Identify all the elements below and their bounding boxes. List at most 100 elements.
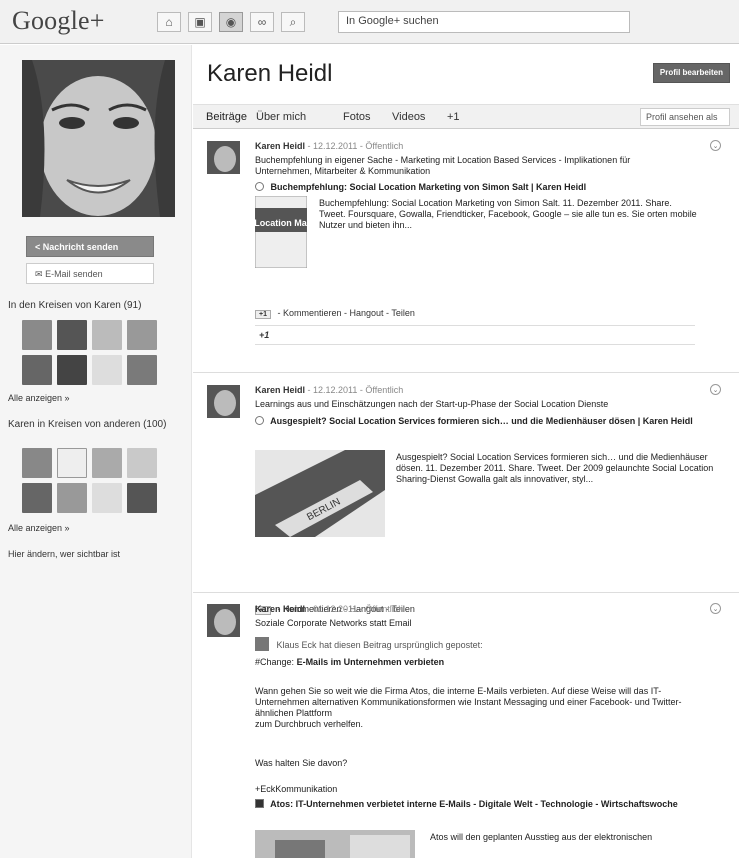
post-actions: +1 - Kommentieren - Hangout - Teilen: [255, 308, 415, 319]
post-avatar[interactable]: [207, 385, 240, 418]
link-title[interactable]: Atos: IT-Unternehmen verbietet interne E…: [255, 799, 695, 810]
circle-avatar[interactable]: [127, 355, 157, 385]
reshare-info: Klaus Eck hat diesen Beitrag ursprünglic…: [255, 637, 483, 651]
link-title[interactable]: Buchempfehlung: Social Location Marketin…: [255, 182, 695, 193]
tab-about[interactable]: Über mich: [256, 111, 306, 123]
post-author[interactable]: Karen Heidl: [255, 604, 305, 614]
in-circles-avatars: [22, 320, 157, 385]
send-message-button[interactable]: < Nachricht senden: [26, 236, 154, 257]
share-icon: <: [35, 242, 41, 252]
main-content: Karen Heidl Profil bearbeiten Beiträge Ü…: [193, 45, 739, 858]
plus-one-box[interactable]: +1: [255, 325, 695, 345]
post-avatar[interactable]: [207, 141, 240, 174]
reshare-note: hat diesen Beitrag ursprünglich gepostet…: [319, 640, 483, 650]
post-visibility[interactable]: Öffentlich: [365, 604, 403, 614]
link-icon: [255, 182, 264, 191]
body-paragraph-end: zum Durchbruch verhelfen.: [255, 719, 364, 729]
send-email-button[interactable]: ✉ E-Mail senden: [26, 263, 154, 284]
search-input[interactable]: In Google+ suchen: [338, 11, 630, 33]
circle-avatar[interactable]: [57, 448, 87, 478]
circle-avatar[interactable]: [22, 320, 52, 350]
post-text: Soziale Corporate Networks statt Email: [255, 618, 412, 628]
circle-avatar[interactable]: [22, 448, 52, 478]
circle-avatar[interactable]: [127, 448, 157, 478]
link-thumbnail[interactable]: [255, 830, 415, 858]
photos-icon[interactable]: ▣: [188, 12, 212, 32]
circle-avatar[interactable]: [92, 355, 122, 385]
circle-avatar[interactable]: [92, 320, 122, 350]
top-bar: Google+ ⌂ ▣ ◉ ∞ ⌕ In Google+ suchen: [0, 0, 739, 44]
circle-avatar[interactable]: [57, 483, 87, 513]
show-all-others-link[interactable]: Alle anzeigen »: [8, 523, 70, 533]
link-description: Buchempfehlung: Social Location Marketin…: [319, 198, 697, 230]
circle-avatar[interactable]: [127, 320, 157, 350]
link-icon: [255, 799, 264, 808]
link-title-text: Buchempfehlung: Social Location Marketin…: [270, 182, 587, 192]
in-others-avatars: [22, 448, 157, 513]
reshare-headline: #Change: E-Mails im Unternehmen verbiete…: [255, 657, 695, 668]
reshare-body: Wann gehen Sie so weit wie die Firma Ato…: [255, 686, 695, 730]
send-email-label: E-Mail senden: [45, 269, 103, 279]
post-author[interactable]: Karen Heidl: [255, 385, 305, 395]
google-plus-logo[interactable]: Google+: [12, 6, 105, 36]
post-visibility[interactable]: Öffentlich: [365, 141, 403, 151]
book-cover-text: Social Location Marketing: [255, 218, 307, 228]
reshare-tag[interactable]: +EckKommunikation: [255, 784, 337, 795]
circle-avatar[interactable]: [22, 483, 52, 513]
mail-icon: ✉: [35, 269, 43, 279]
circle-avatar[interactable]: [92, 448, 122, 478]
profile-tabs: Beiträge Über mich Fotos Videos +1 Profi…: [193, 104, 739, 129]
hangout-link[interactable]: Hangout: [350, 308, 384, 318]
post-menu-icon[interactable]: ⌄: [710, 384, 721, 395]
link-thumbnail[interactable]: BERLIN: [255, 450, 385, 537]
home-icon[interactable]: ⌂: [157, 12, 181, 32]
view-profile-as-input[interactable]: Profil ansehen als: [640, 108, 730, 126]
reshare-author[interactable]: Klaus Eck: [277, 640, 317, 650]
post-author[interactable]: Karen Heidl: [255, 141, 305, 151]
post-divider: [193, 592, 739, 593]
post-menu-icon[interactable]: ⌄: [710, 140, 721, 151]
link-thumbnail[interactable]: Social Location Marketing: [225, 195, 337, 269]
show-all-circles-link[interactable]: Alle anzeigen »: [8, 393, 70, 403]
post-date[interactable]: 12.12.2011: [313, 385, 357, 395]
circles-icon[interactable]: ∞: [250, 12, 274, 32]
share-link[interactable]: Teilen: [391, 308, 415, 318]
post-text: Buchempfehlung in eigener Sache - Market…: [255, 155, 631, 176]
link-description: Atos will den geplanten Ausstieg aus der…: [430, 832, 653, 842]
post-avatar[interactable]: [207, 604, 240, 637]
comment-link[interactable]: Kommentieren: [283, 308, 342, 318]
link-title-text: Atos: IT-Unternehmen verbietet interne E…: [270, 799, 678, 809]
tab-photos[interactable]: Fotos: [343, 111, 371, 123]
circle-avatar[interactable]: [22, 355, 52, 385]
tab-videos[interactable]: Videos: [392, 111, 425, 123]
post-visibility[interactable]: Öffentlich: [365, 385, 403, 395]
headline: E-Mails im Unternehmen verbieten: [296, 657, 445, 667]
nav-icons: ⌂ ▣ ◉ ∞ ⌕: [157, 12, 305, 32]
games-icon[interactable]: ⌕: [281, 12, 305, 32]
profile-icon[interactable]: ◉: [219, 12, 243, 32]
change-visibility-link[interactable]: Hier ändern, wer sichtbar ist: [8, 549, 120, 559]
tab-plus-one[interactable]: +1: [447, 111, 460, 123]
post-header: Karen Heidl - 12.12.2011 - Öffentlich: [255, 385, 404, 395]
edit-profile-button[interactable]: Profil bearbeiten: [652, 63, 730, 83]
profile-name: Karen Heidl: [207, 60, 333, 87]
left-sidebar: < Nachricht senden ✉ E-Mail senden In de…: [0, 45, 192, 858]
reshare-avatar[interactable]: [255, 637, 269, 651]
link-title[interactable]: Ausgespielt? Social Location Services fo…: [255, 416, 695, 427]
post-menu-icon[interactable]: ⌄: [710, 603, 721, 614]
circle-avatar[interactable]: [57, 320, 87, 350]
reshare-question: Was halten Sie davon?: [255, 758, 348, 768]
in-circles-title: In den Kreisen von Karen (91): [8, 300, 142, 311]
plus-one-button[interactable]: +1: [255, 310, 271, 319]
body-paragraph: Wann gehen Sie so weit wie die Firma Ato…: [255, 686, 682, 718]
link-description: Ausgespielt? Social Location Services fo…: [396, 452, 714, 484]
profile-photo[interactable]: [22, 60, 175, 217]
tab-posts[interactable]: Beiträge: [206, 111, 247, 123]
circle-avatar[interactable]: [92, 483, 122, 513]
circle-avatar[interactable]: [127, 483, 157, 513]
post-date[interactable]: 01.12.2011: [313, 604, 357, 614]
circle-avatar[interactable]: [57, 355, 87, 385]
post-date[interactable]: 12.12.2011: [313, 141, 357, 151]
post-text: Learnings aus und Einschätzungen nach de…: [255, 399, 609, 409]
hashtag[interactable]: #Change:: [255, 657, 294, 667]
